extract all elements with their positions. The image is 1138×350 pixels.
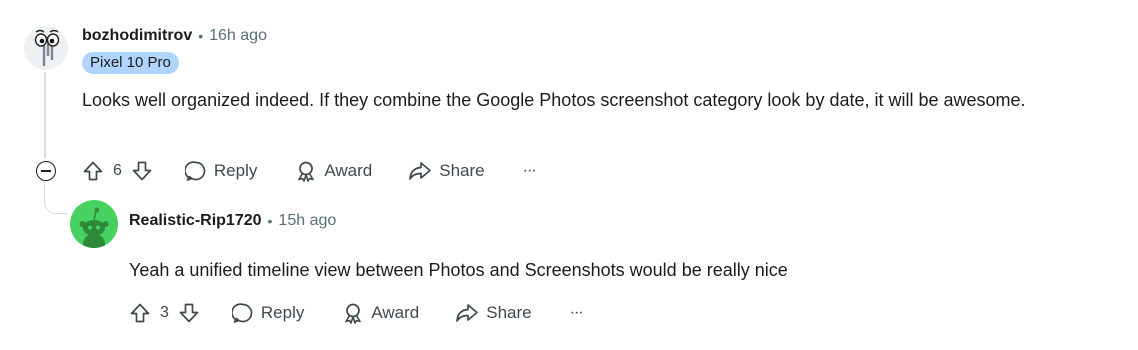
- upvote-icon: [83, 161, 103, 181]
- share-label: Share: [486, 303, 532, 322]
- comment-icon: [231, 303, 253, 323]
- timestamp[interactable]: 16h ago: [209, 27, 267, 45]
- downvote-button[interactable]: [178, 302, 200, 324]
- upvote-button[interactable]: [82, 160, 104, 182]
- timestamp[interactable]: 15h ago: [278, 212, 336, 230]
- avatar[interactable]: [70, 200, 118, 248]
- more-options-button[interactable]: ···: [522, 162, 537, 180]
- award-label: Award: [371, 303, 420, 322]
- reply-label: Reply: [213, 161, 258, 180]
- collapse-icon: [41, 170, 51, 172]
- downvote-icon: [132, 161, 152, 181]
- upvote-button[interactable]: [129, 302, 151, 324]
- share-button[interactable]: Share: [455, 302, 532, 324]
- more-icon: ···: [522, 162, 537, 179]
- share-icon: [456, 304, 479, 322]
- comment-meta: Realistic-Rip1720 • 15h ago: [129, 211, 336, 231]
- downvote-icon: [179, 303, 199, 323]
- author-name[interactable]: bozhodimitrov: [82, 27, 192, 45]
- thread-line: [44, 72, 46, 158]
- snoo-avatar-icon: [79, 207, 109, 248]
- award-icon: [345, 303, 362, 324]
- award-icon: [298, 161, 315, 182]
- user-flair: Pixel 10 Pro: [82, 52, 179, 74]
- author-name[interactable]: Realistic-Rip1720: [129, 212, 262, 230]
- award-label: Award: [324, 161, 373, 180]
- award-button[interactable]: Award: [342, 302, 419, 324]
- reply-button[interactable]: Reply: [184, 160, 258, 182]
- downvote-button[interactable]: [131, 160, 153, 182]
- comment-body: Yeah a unified timeline view between Pho…: [129, 260, 788, 280]
- collapse-button[interactable]: [36, 161, 56, 181]
- more-icon: ···: [569, 304, 584, 321]
- upvote-icon: [130, 303, 150, 323]
- more-options-button[interactable]: ···: [569, 304, 584, 322]
- avatar[interactable]: [24, 26, 68, 70]
- vote-count: 6: [113, 162, 122, 179]
- comment-body: Looks well organized indeed. If they com…: [82, 90, 1026, 110]
- vote-count: 3: [160, 304, 169, 321]
- share-label: Share: [439, 161, 485, 180]
- separator-dot: •: [198, 28, 204, 44]
- paperclip-avatar-icon: [34, 29, 60, 66]
- thread-line-branch: [44, 182, 68, 214]
- comment-actions: 6 Reply Award Share ···: [82, 153, 537, 189]
- share-button[interactable]: Share: [408, 160, 485, 182]
- comment-meta: bozhodimitrov • 16h ago: [82, 26, 267, 46]
- comment-icon: [184, 161, 206, 181]
- separator-dot: •: [267, 213, 273, 229]
- share-icon: [409, 162, 432, 180]
- award-button[interactable]: Award: [295, 160, 372, 182]
- comment-actions: 3 Reply Award Share ···: [129, 295, 584, 331]
- reply-button[interactable]: Reply: [231, 302, 305, 324]
- reply-label: Reply: [260, 303, 305, 322]
